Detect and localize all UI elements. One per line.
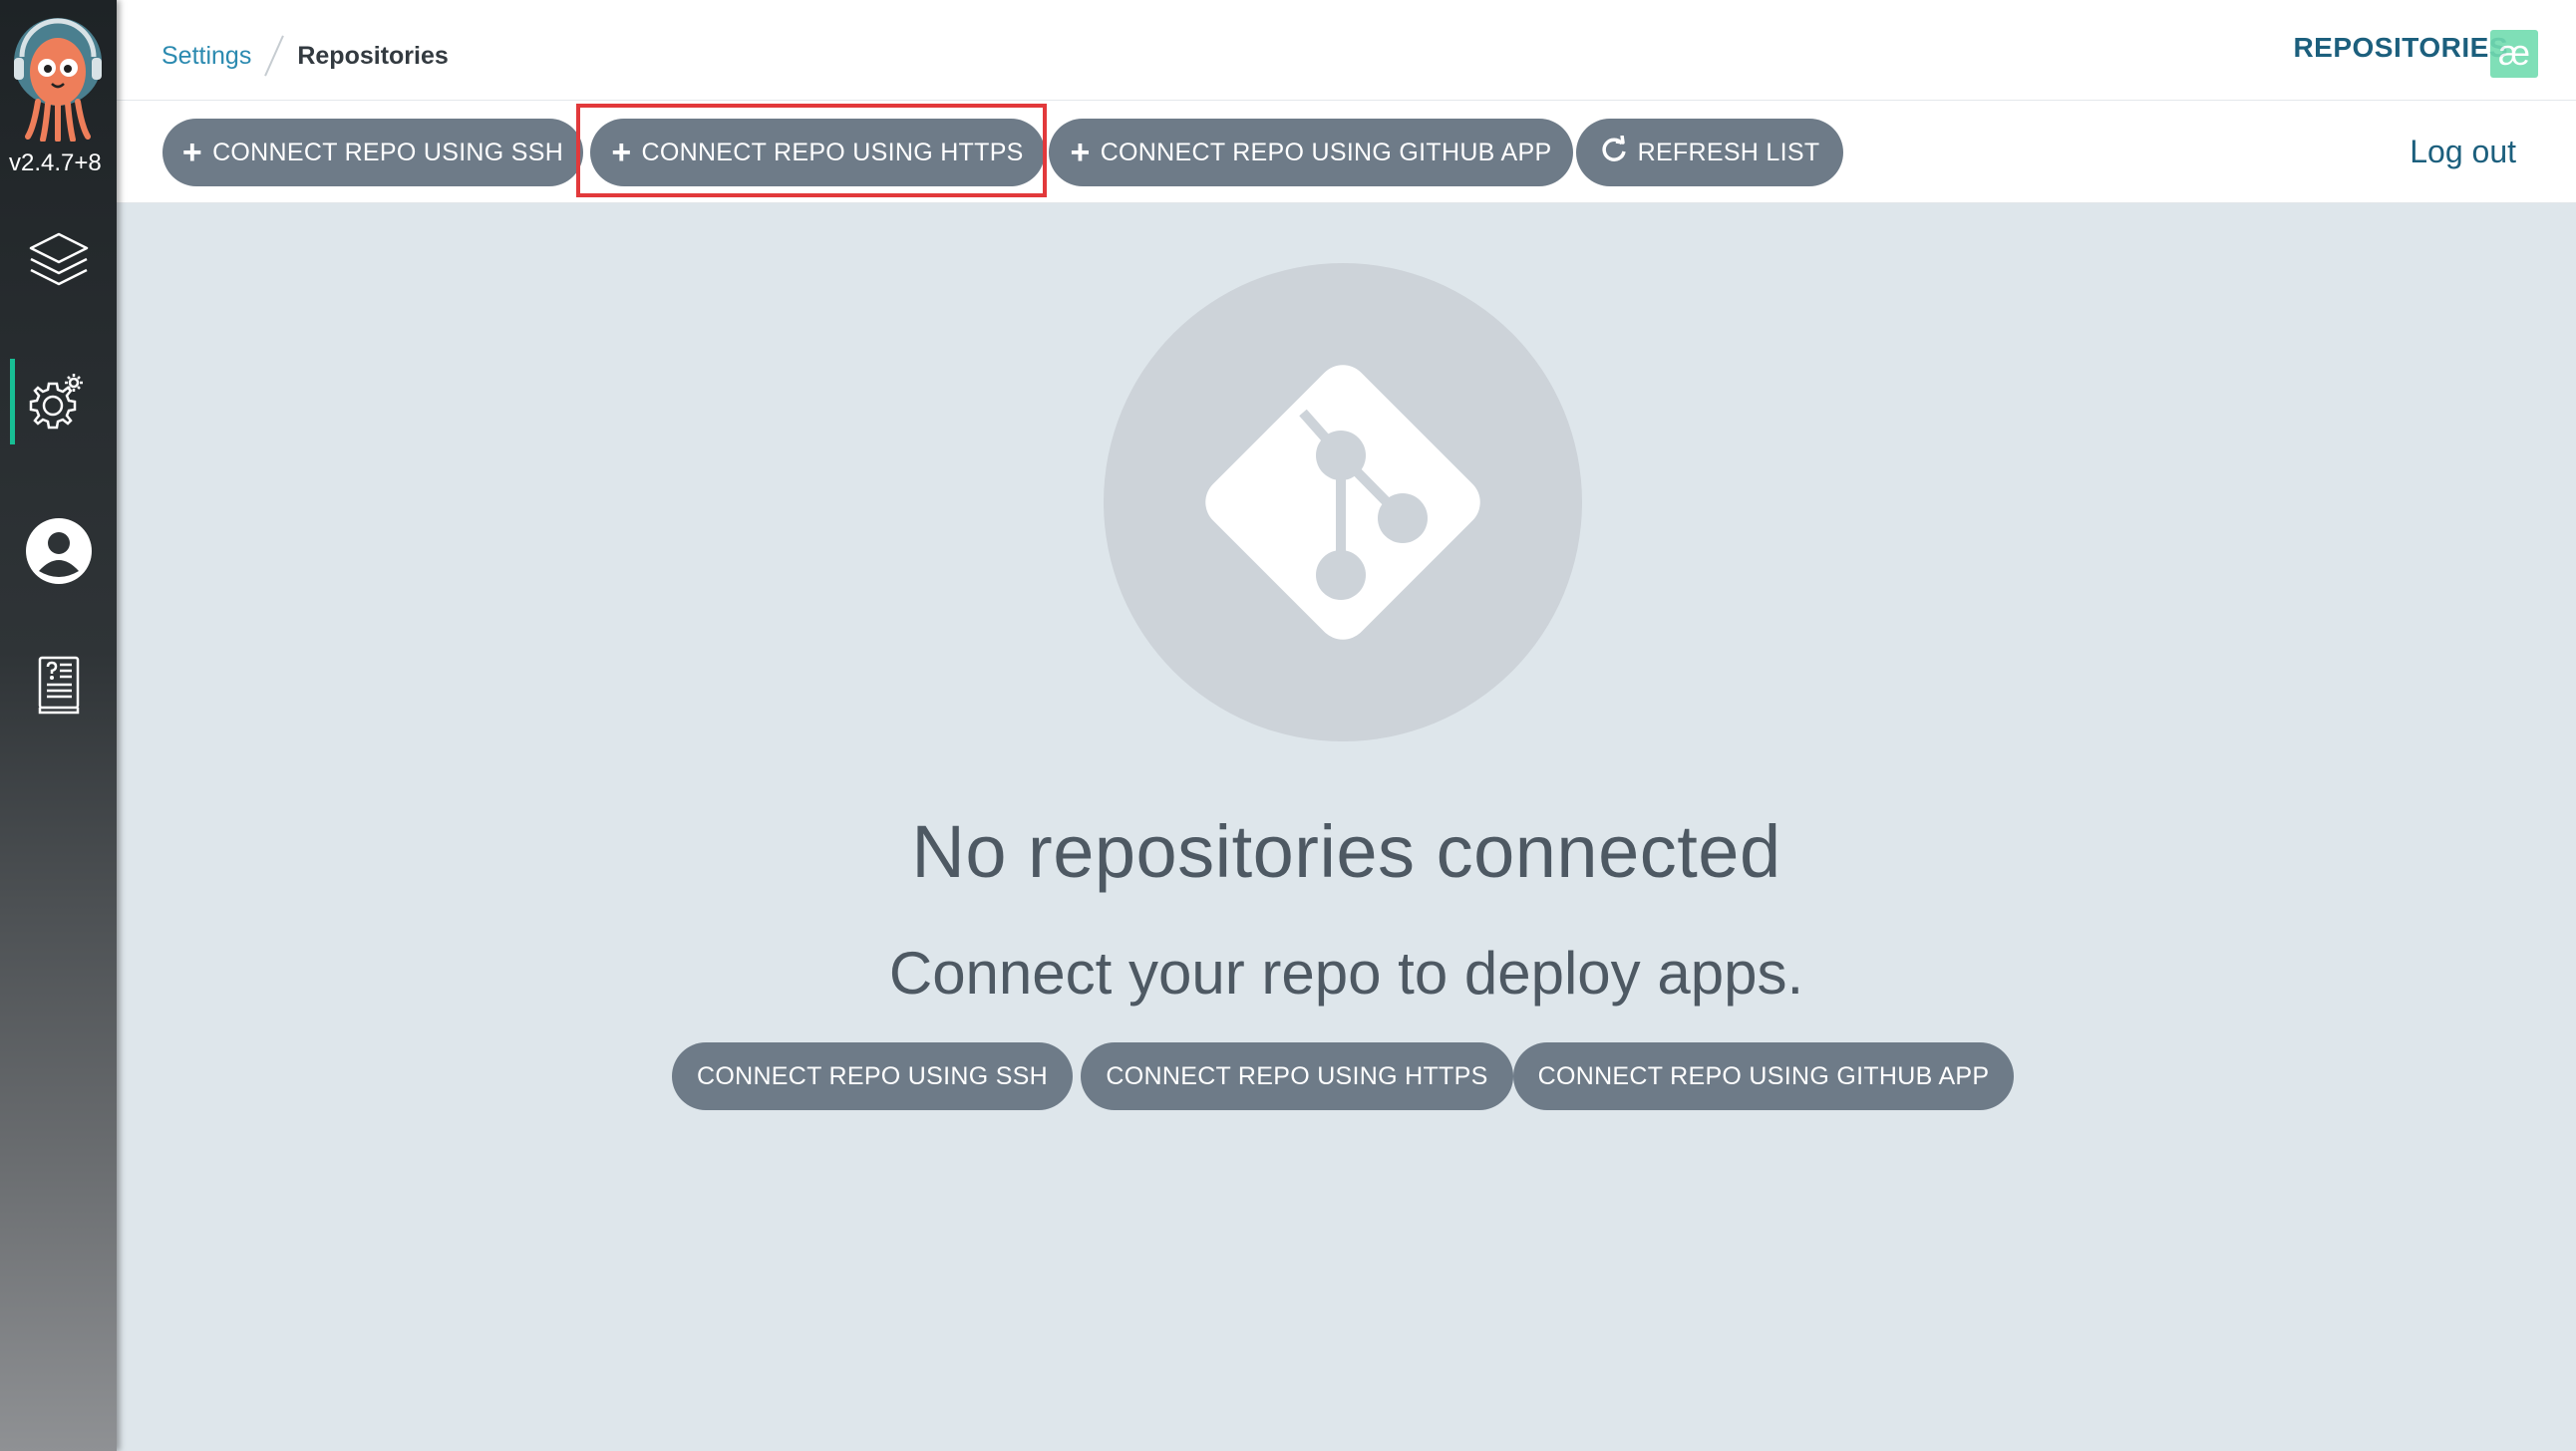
- page-title: REPOSITORIES: [2293, 32, 2508, 63]
- argo-logo[interactable]: [8, 12, 108, 143]
- empty-connect-ssh-button[interactable]: CONNECT REPO USING SSH: [672, 1042, 1073, 1110]
- refresh-icon: [1600, 135, 1628, 169]
- main-content: No repositories connected Connect your r…: [117, 203, 2576, 1451]
- empty-state-title: No repositories connected: [911, 810, 1781, 893]
- plus-icon: +: [1070, 134, 1091, 171]
- connect-https-label: CONNECT REPO USING HTTPS: [641, 138, 1024, 166]
- user-icon: [25, 517, 93, 590]
- top-header: Settings Repositories REPOSITORIES æ: [117, 0, 2576, 101]
- empty-state-subtitle: Connect your repo to deploy apps.: [888, 940, 1804, 1007]
- sidebar-item-settings[interactable]: [0, 347, 117, 456]
- version-label: v2.4.7+8: [9, 149, 102, 176]
- sidebar-item-applications[interactable]: [0, 207, 117, 317]
- empty-state-illustration: [1104, 263, 1582, 741]
- ae-badge-icon: æ: [2490, 30, 2538, 78]
- connect-github-app-button[interactable]: + CONNECT REPO USING GITHUB APP: [1049, 119, 1573, 186]
- plus-icon: +: [611, 134, 632, 171]
- gear-icon: [27, 368, 91, 436]
- sidebar-item-user-info[interactable]: [0, 498, 117, 608]
- refresh-list-label: REFRESH LIST: [1637, 138, 1820, 166]
- plus-icon: +: [181, 134, 203, 171]
- connect-ssh-button[interactable]: + CONNECT REPO USING SSH: [162, 119, 583, 186]
- breadcrumb-separator: [264, 35, 285, 77]
- toolbar: + CONNECT REPO USING SSH + CONNECT REPO …: [117, 101, 2576, 204]
- logout-link[interactable]: Log out: [2410, 134, 2516, 170]
- connect-ssh-label: CONNECT REPO USING SSH: [212, 138, 564, 166]
- sidebar: v2.4.7+8: [0, 0, 117, 1451]
- breadcrumb-current: Repositories: [297, 41, 449, 70]
- layers-icon: [27, 228, 91, 297]
- breadcrumb-settings-link[interactable]: Settings: [161, 42, 251, 71]
- connect-github-app-label: CONNECT REPO USING GITHUB APP: [1100, 138, 1552, 166]
- breadcrumb: Settings Repositories: [161, 34, 449, 78]
- sidebar-item-documentation[interactable]: [0, 632, 117, 741]
- docs-icon: [34, 655, 84, 720]
- empty-connect-github-app-button[interactable]: CONNECT REPO USING GITHUB APP: [1513, 1042, 2014, 1110]
- connect-https-button[interactable]: + CONNECT REPO USING HTTPS: [590, 119, 1045, 186]
- git-icon: [1205, 365, 1480, 640]
- refresh-list-button[interactable]: REFRESH LIST: [1576, 119, 1843, 186]
- empty-connect-https-button[interactable]: CONNECT REPO USING HTTPS: [1081, 1042, 1513, 1110]
